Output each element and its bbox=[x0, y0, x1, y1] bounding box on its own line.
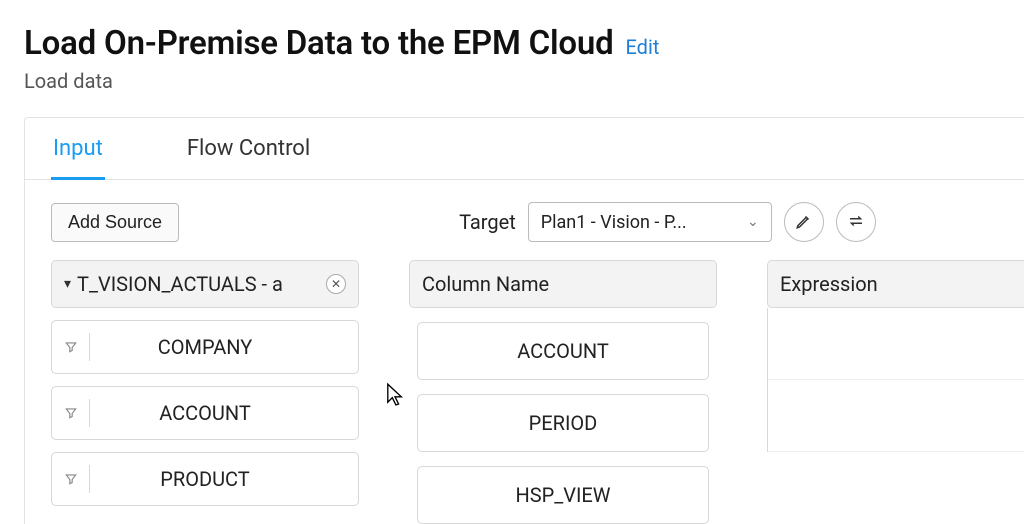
tabs: Input Flow Control bbox=[25, 118, 1024, 180]
caret-down-icon[interactable]: ▾ bbox=[64, 276, 71, 292]
expression-row[interactable] bbox=[768, 322, 1024, 380]
target-select[interactable]: Plan1 - Vision - P... ⌄ bbox=[528, 202, 772, 242]
page-subtitle: Load data bbox=[24, 69, 1000, 93]
source-field-label: ACCOUNT bbox=[52, 401, 358, 425]
content-area: ▾ T_VISION_ACTUALS - a ✕ COMPANY bbox=[25, 260, 1024, 524]
source-field-account[interactable]: ACCOUNT bbox=[51, 386, 359, 440]
target-column-account[interactable]: ACCOUNT bbox=[417, 322, 709, 380]
source-column: ▾ T_VISION_ACTUALS - a ✕ COMPANY bbox=[51, 260, 359, 524]
edit-link[interactable]: Edit bbox=[626, 35, 660, 59]
target-column-period[interactable]: PERIOD bbox=[417, 394, 709, 452]
source-field-product[interactable]: PRODUCT bbox=[51, 452, 359, 506]
source-field-label: COMPANY bbox=[52, 335, 358, 359]
tab-flow-control[interactable]: Flow Control bbox=[185, 118, 312, 180]
add-source-button[interactable]: Add Source bbox=[51, 203, 179, 242]
expression-column: Expression bbox=[767, 260, 1024, 524]
target-select-value: Plan1 - Vision - P... bbox=[541, 212, 687, 233]
toolbar: Add Source Target Plan1 - Vision - P... … bbox=[25, 180, 1024, 260]
source-field-company[interactable]: COMPANY bbox=[51, 320, 359, 374]
edit-target-button[interactable] bbox=[784, 202, 824, 242]
target-label: Target bbox=[459, 210, 516, 234]
chevron-down-icon: ⌄ bbox=[747, 214, 759, 230]
source-name: T_VISION_ACTUALS - a bbox=[77, 272, 283, 296]
expression-row[interactable] bbox=[768, 394, 1024, 452]
main-panel: Input Flow Control Add Source Target Pla… bbox=[24, 117, 1024, 524]
pencil-icon bbox=[795, 212, 813, 233]
page-header: Load On-Premise Data to the EPM Cloud Ed… bbox=[0, 0, 1024, 101]
page-title: Load On-Premise Data to the EPM Cloud bbox=[24, 24, 614, 63]
expression-header: Expression bbox=[767, 260, 1024, 308]
target-column-hsp-view[interactable]: HSP_VIEW bbox=[417, 466, 709, 524]
source-header: ▾ T_VISION_ACTUALS - a ✕ bbox=[51, 260, 359, 308]
tab-input[interactable]: Input bbox=[51, 118, 105, 180]
swap-button[interactable] bbox=[836, 202, 876, 242]
column-name-header: Column Name bbox=[409, 260, 717, 308]
remove-source-button[interactable]: ✕ bbox=[326, 274, 346, 294]
close-icon: ✕ bbox=[331, 278, 341, 290]
source-field-label: PRODUCT bbox=[52, 467, 358, 491]
column-name-column: Column Name ACCOUNT PERIOD HSP_VIEW bbox=[409, 260, 717, 524]
swap-icon bbox=[847, 212, 865, 233]
